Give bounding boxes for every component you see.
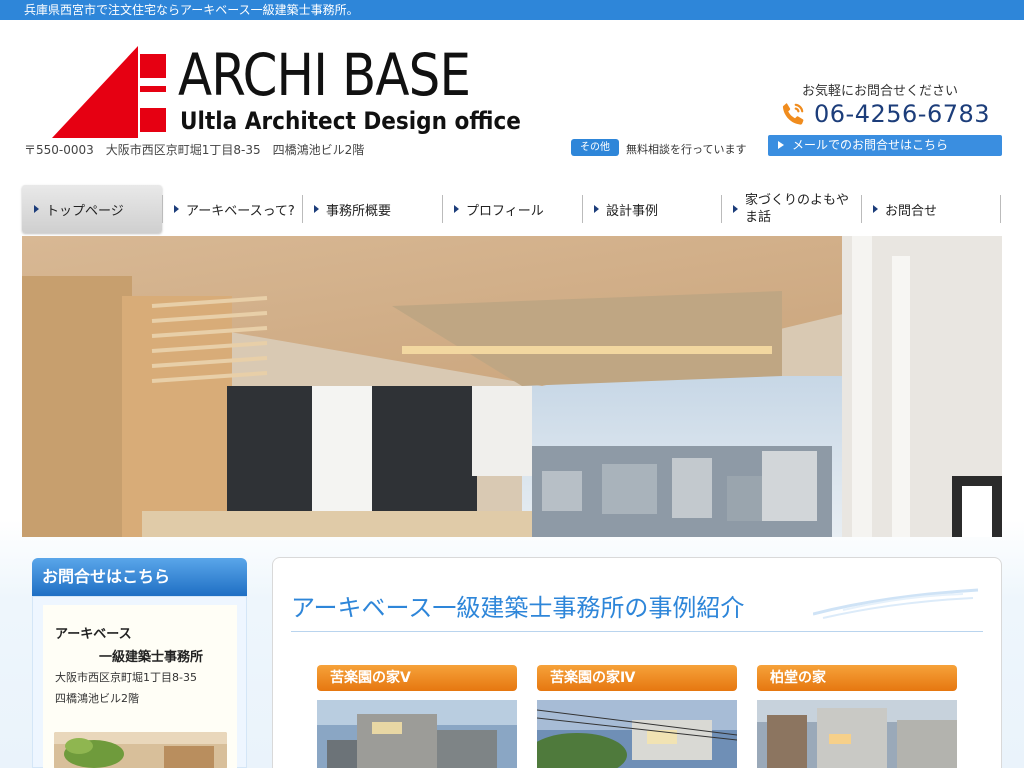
arrow-right-icon [778,141,784,149]
heading-underline [291,631,983,632]
sidebar-body: アーキベース 一級建築士事務所 大阪市西区京町堀1丁目8-35 四橋鴻池ビル2階 [32,596,247,768]
tagline-bar: 兵庫県西宮市で注文住宅ならアーキベース一級建築士事務所。 [0,0,1024,20]
nav-item-about[interactable]: アーキベースって? [162,185,302,233]
triangle-bullet-icon [594,205,599,213]
logo-triangle [52,46,138,138]
case-photo [757,700,957,768]
nav-item-office[interactable]: 事務所概要 [302,185,442,233]
office-card: アーキベース 一級建築士事務所 大阪市西区京町堀1丁目8-35 四橋鴻池ビル2階 [43,605,237,768]
phone-number[interactable]: 06-4256-6783 [780,100,990,128]
office-name-line2: 一級建築士事務所 [99,650,204,665]
logo-block-top [140,54,166,78]
case-photo [537,700,737,768]
triangle-bullet-icon [174,205,179,213]
nav-item-top[interactable]: トップページ [22,185,162,233]
sidebar-contact: お問合せはこちら アーキベース 一級建築士事務所 大阪市西区京町堀1丁目8-35… [32,558,247,768]
other-badge: その他 [571,139,619,156]
phone-text: 06-4256-6783 [814,100,991,128]
nav-item-works[interactable]: 設計事例 [582,185,722,233]
office-address: 〒550-0003 大阪市西区京町堀1丁目8-35 四橋鴻池ビル2階 [24,143,365,157]
swoosh-decoration-icon [813,588,979,619]
triangle-bullet-icon [314,205,319,213]
mail-button-label: メールでのお問合せはこちら [792,138,949,152]
phone-icon [782,103,804,125]
logo-subtitle: Ultla Architect Design office [180,107,521,135]
global-nav: トップページ アーキベースって? 事務所概要 プロフィール 設計事例 家づくりの… [22,185,1002,233]
contact-prompt: お気軽にお問合せください [802,84,959,99]
free-consult-text: 無料相談を行っています [626,143,747,156]
case-label: 苦楽園の家Ⅴ [317,665,517,691]
nav-divider [1000,195,1001,223]
logo-block-bottom [140,108,166,132]
site-logo[interactable]: ARCHI BASE Ultla Architect Design office [52,42,521,138]
main-content: アーキベース一級建築士事務所の事例紹介 苦楽園の家Ⅴ 苦楽園の家Ⅳ 柏堂の家 [272,557,1002,768]
case-photo [317,700,517,768]
nav-item-contact[interactable]: お問合せ [861,185,1001,233]
mail-contact-button[interactable]: メールでのお問合せはこちら [768,135,1002,156]
triangle-bullet-icon [454,205,459,213]
tagline-text: 兵庫県西宮市で注文住宅ならアーキベース一級建築士事務所。 [24,3,359,17]
office-photo [54,732,227,768]
case-card[interactable]: 苦楽園の家Ⅴ [317,665,517,768]
cases-heading: アーキベース一級建築士事務所の事例紹介 [291,594,745,622]
case-label: 柏堂の家 [757,665,957,691]
triangle-bullet-icon [873,205,878,213]
logo-title: ARCHI BASE [178,41,471,109]
hero-image [22,236,1002,537]
case-card[interactable]: 苦楽園の家Ⅳ [537,665,737,768]
sidebar-heading: お問合せはこちら [32,558,247,596]
office-name-line1: アーキベース [55,627,132,642]
office-address-line2: 四橋鴻池ビル2階 [55,692,139,705]
case-label: 苦楽園の家Ⅳ [537,665,737,691]
office-address-line1: 大阪市西区京町堀1丁目8-35 [55,671,197,684]
case-card[interactable]: 柏堂の家 [757,665,957,768]
logo-block-middle [140,86,166,92]
triangle-bullet-icon [34,205,39,213]
nav-item-profile[interactable]: プロフィール [442,185,582,233]
triangle-bullet-icon [733,205,738,213]
nav-item-column[interactable]: 家づくりのよもやま話 [721,185,861,233]
